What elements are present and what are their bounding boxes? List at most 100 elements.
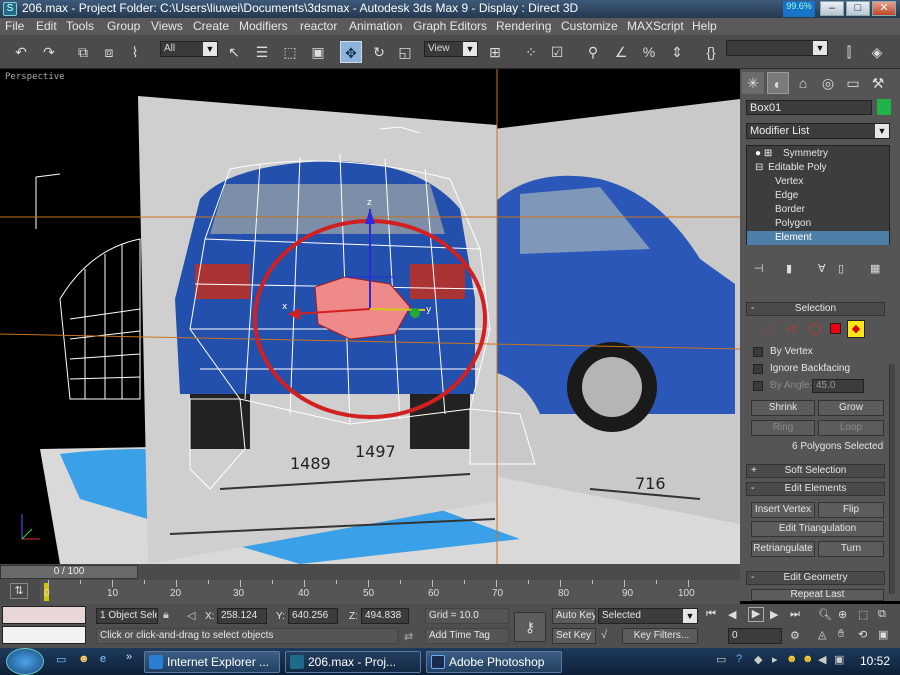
- maximize-viewport-icon[interactable]: ▣: [878, 628, 888, 641]
- menu-create[interactable]: Create: [193, 19, 229, 33]
- select-and-scale-icon[interactable]: ◱: [394, 41, 416, 63]
- align-icon[interactable]: ◈: [866, 41, 888, 63]
- menu-animation[interactable]: Animation: [349, 19, 402, 33]
- hierarchy-tab-icon[interactable]: ⌂: [792, 72, 814, 94]
- go-to-start-icon[interactable]: ⏮: [706, 608, 716, 621]
- zoom-all-icon[interactable]: ⊕: [838, 608, 847, 621]
- taskbar-internet-explorer[interactable]: Internet Explorer ...: [144, 651, 280, 673]
- menu-group[interactable]: Group: [107, 19, 140, 33]
- pivot-center-icon[interactable]: ⊞: [484, 41, 506, 63]
- bind-space-warp-icon[interactable]: ⌇: [124, 41, 146, 63]
- retriangulate-button[interactable]: Retriangulate: [751, 541, 815, 557]
- stack-item-border[interactable]: Border: [747, 203, 889, 217]
- tray-display-icon[interactable]: ▣: [834, 653, 844, 666]
- reference-coordinate-dropdown[interactable]: View ▼: [424, 41, 478, 57]
- stack-item-edge[interactable]: Edge: [747, 189, 889, 203]
- soft-selection-rollout-header[interactable]: + Soft Selection: [746, 464, 885, 478]
- border-level-icon[interactable]: ◯: [809, 322, 821, 335]
- minimize-button[interactable]: –: [820, 1, 844, 16]
- stack-item-element[interactable]: Element: [747, 231, 889, 245]
- open-mini-curve-editor[interactable]: ⇅: [0, 580, 40, 604]
- ring-button[interactable]: Ring: [751, 420, 815, 436]
- tray-user-icon[interactable]: ☻: [786, 653, 798, 665]
- maxscript-output-mini[interactable]: [2, 626, 86, 644]
- remove-modifier-icon[interactable]: ▯: [838, 262, 844, 275]
- named-selection-dropdown[interactable]: ▼: [726, 40, 828, 56]
- taskbar-photoshop[interactable]: Adobe Photoshop: [426, 651, 562, 673]
- polygon-level-icon[interactable]: [830, 323, 841, 334]
- menu-tools[interactable]: Tools: [66, 19, 94, 33]
- quick-launch-icon[interactable]: ☻: [78, 653, 90, 665]
- show-end-result-icon[interactable]: ▮: [786, 262, 792, 275]
- menu-rendering[interactable]: Rendering: [496, 19, 551, 33]
- z-coordinate-field[interactable]: 494.838: [361, 608, 409, 624]
- start-button[interactable]: [6, 648, 44, 675]
- display-tab-icon[interactable]: ▭: [842, 72, 864, 94]
- show-desktop-icon[interactable]: ▭: [56, 653, 66, 666]
- by-angle-spinner[interactable]: 45.0: [812, 379, 864, 393]
- pan-icon[interactable]: ✋︎: [838, 628, 844, 641]
- modifier-list-dropdown[interactable]: Modifier List ▼: [746, 123, 890, 139]
- configure-modifier-sets-icon[interactable]: ▦: [870, 262, 880, 275]
- command-panel-scrollbar[interactable]: [889, 364, 895, 594]
- edit-triangulation-button[interactable]: Edit Triangulation: [751, 521, 884, 537]
- selection-rollout-header[interactable]: - Selection: [746, 302, 885, 316]
- menu-reactor[interactable]: reactor: [300, 19, 337, 33]
- current-frame-field[interactable]: 0: [728, 628, 782, 644]
- create-tab-icon[interactable]: ✳: [742, 72, 764, 94]
- tray-network-icon[interactable]: ▭: [716, 653, 726, 666]
- arc-rotate-icon[interactable]: ⟲: [858, 628, 867, 641]
- lightbulb-icon[interactable]: ●: [755, 148, 761, 159]
- select-and-rotate-icon[interactable]: ↻: [368, 41, 390, 63]
- maximize-button[interactable]: □: [846, 1, 870, 16]
- object-name-field[interactable]: Box01: [746, 100, 872, 115]
- app-icon[interactable]: S: [3, 2, 17, 16]
- stack-item-vertex[interactable]: Vertex: [747, 175, 889, 189]
- modify-tab-icon[interactable]: ◐: [767, 72, 789, 94]
- key-filters-button[interactable]: Key Filters...: [622, 628, 698, 644]
- menu-edit[interactable]: Edit: [36, 19, 57, 33]
- percent-snap-icon[interactable]: %: [638, 41, 660, 63]
- zoom-extents-icon[interactable]: ⬚: [858, 608, 868, 621]
- y-coordinate-field[interactable]: 640.256: [288, 608, 338, 624]
- select-by-name-icon[interactable]: ☰: [251, 41, 273, 63]
- menu-modifiers[interactable]: Modifiers: [239, 19, 288, 33]
- track-bar[interactable]: ⇅ 0 10 20 30 40 50 60 70 80 90 100: [0, 580, 740, 604]
- key-mode-dropdown[interactable]: Selected ▼: [598, 608, 698, 624]
- zoom-extents-all-icon[interactable]: ⧉: [878, 608, 886, 621]
- rectangular-selection-icon[interactable]: ⬚: [279, 41, 301, 63]
- tray-shield-icon[interactable]: ◆: [754, 653, 762, 666]
- stack-item-symmetry[interactable]: ● ⊞ Symmetry: [747, 147, 889, 161]
- expand-icon[interactable]: ⊞: [764, 148, 772, 159]
- menu-file[interactable]: File: [5, 19, 24, 33]
- vertex-level-icon[interactable]: ∴: [765, 322, 772, 335]
- tray-help-icon[interactable]: ?: [736, 653, 742, 665]
- play-icon[interactable]: ▶: [748, 607, 764, 622]
- tray-arrow-icon[interactable]: ▸: [772, 653, 778, 666]
- keyboard-shortcut-toggle-icon[interactable]: ☑: [546, 41, 568, 63]
- menu-maxscript[interactable]: MAXScript: [627, 19, 684, 33]
- taskbar-3dsmax[interactable]: 206.max - Proj...: [285, 651, 421, 673]
- menu-customize[interactable]: Customize: [561, 19, 618, 33]
- window-crossing-icon[interactable]: ▣: [307, 41, 329, 63]
- stack-item-polygon[interactable]: Polygon: [747, 217, 889, 231]
- make-unique-icon[interactable]: ∀: [818, 262, 826, 275]
- field-of-view-icon[interactable]: ◬: [818, 628, 826, 641]
- flip-button[interactable]: Flip: [818, 502, 884, 518]
- select-and-move-icon[interactable]: ✥: [340, 41, 362, 63]
- ignore-backfacing-checkbox[interactable]: [753, 364, 763, 374]
- perspective-viewport[interactable]: 1489 1497 716 z x y Perspective: [0, 69, 740, 564]
- pin-stack-icon[interactable]: ⊣: [754, 262, 764, 275]
- set-key-button[interactable]: Set Key: [552, 628, 596, 644]
- time-tag-icon[interactable]: ⇄: [404, 630, 413, 643]
- next-frame-icon[interactable]: ▶: [770, 608, 778, 621]
- lock-selection-icon[interactable]: 🔒︎: [163, 609, 169, 622]
- edge-level-icon[interactable]: ◁: [787, 322, 795, 335]
- set-key-mode-icon[interactable]: ⚷: [514, 612, 546, 642]
- insert-vertex-button[interactable]: Insert Vertex: [751, 502, 815, 518]
- redo-icon[interactable]: ↷: [38, 41, 60, 63]
- element-level-icon[interactable]: ◆: [847, 320, 865, 338]
- snaps-toggle-icon[interactable]: ⚲: [582, 41, 604, 63]
- stack-item-editable-poly[interactable]: ⊟ Editable Poly: [747, 161, 889, 175]
- collapse-icon[interactable]: ⊟: [755, 162, 763, 173]
